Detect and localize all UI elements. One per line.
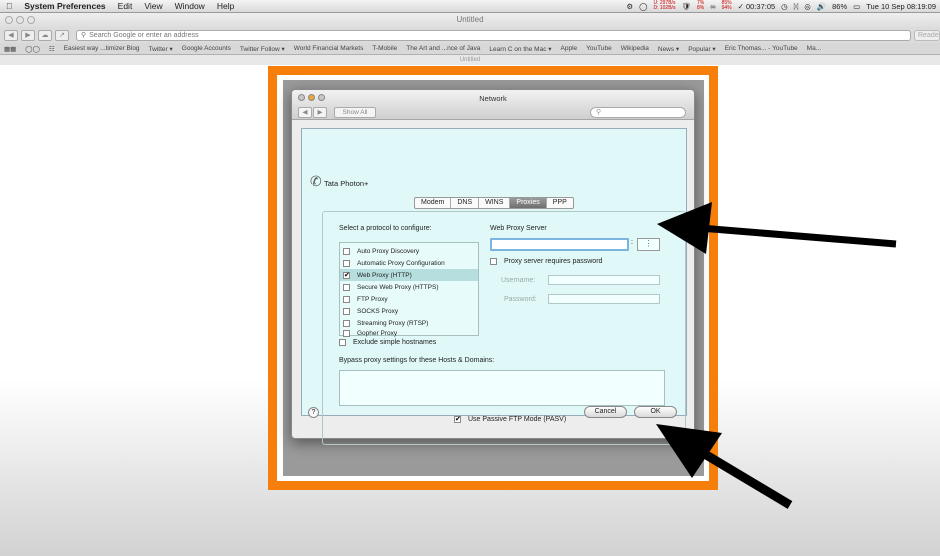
arrow-to-proxy-server-icon [657,202,897,254]
arrow-to-ok-icon [656,424,793,509]
annotation-arrows [656,202,897,509]
